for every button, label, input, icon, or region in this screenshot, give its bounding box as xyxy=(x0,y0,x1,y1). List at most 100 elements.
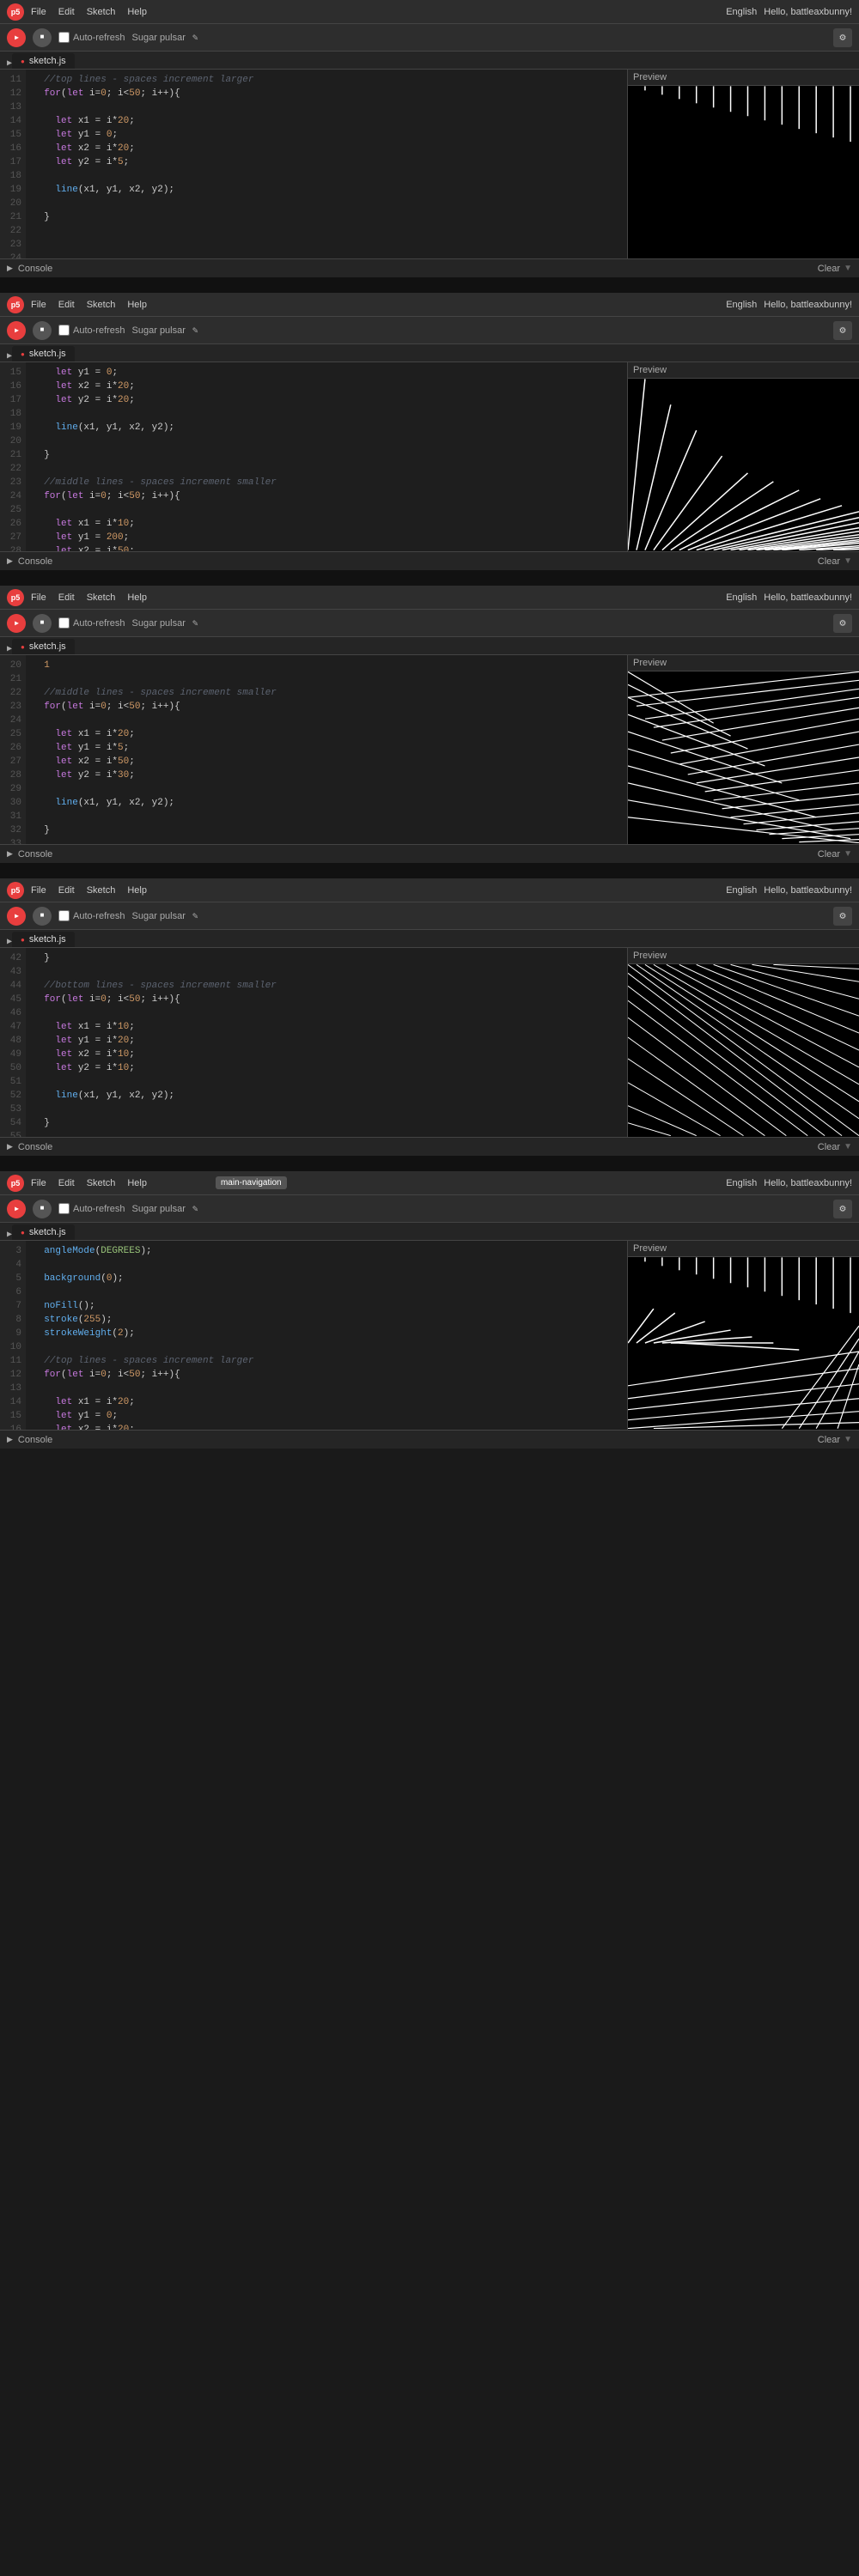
menu-help-2[interactable]: Help xyxy=(127,300,147,310)
console-arrow-4[interactable]: ▶ xyxy=(7,1142,13,1151)
stop-button-2[interactable] xyxy=(33,321,52,340)
menu-help-5[interactable]: Help xyxy=(127,1178,147,1188)
settings-button-2[interactable]: ⚙ xyxy=(833,321,852,340)
settings-button-4[interactable]: ⚙ xyxy=(833,907,852,926)
file-tab-area-1: ▶ ● sketch.js xyxy=(0,52,859,70)
console-clear-2[interactable]: Clear xyxy=(818,556,840,567)
file-tab-3[interactable]: ● sketch.js xyxy=(12,639,75,654)
preview-svg-3 xyxy=(628,671,859,843)
console-clear-4[interactable]: Clear xyxy=(818,1142,840,1152)
stop-button-3[interactable] xyxy=(33,614,52,633)
menu-file-5[interactable]: File xyxy=(31,1178,46,1188)
line-numbers-3: 2021222324 2526272829 3031323334 3536373… xyxy=(0,655,26,844)
stop-button-5[interactable] xyxy=(33,1200,52,1218)
file-dot-5: ● xyxy=(21,1229,25,1236)
code-editor-4[interactable]: 4243444546 4748495051 5253545556 5758596… xyxy=(0,948,627,1137)
toolbar-4: Auto-refresh Sugar pulsar ✎ ⚙ xyxy=(0,902,859,930)
settings-button-3[interactable]: ⚙ xyxy=(833,614,852,633)
file-tab-4[interactable]: ● sketch.js xyxy=(12,932,75,947)
language-selector-2[interactable]: English xyxy=(726,300,757,310)
file-tab-2[interactable]: ● sketch.js xyxy=(12,346,75,361)
play-button[interactable] xyxy=(7,28,26,47)
code-editor-3[interactable]: 2021222324 2526272829 3031323334 3536373… xyxy=(0,655,627,844)
panel-1: p5 File Edit Sketch Help English Hello, … xyxy=(0,0,859,277)
file-dot-2: ● xyxy=(21,350,25,358)
p5-logo-2: p5 xyxy=(7,296,24,313)
settings-button[interactable]: ⚙ xyxy=(833,28,852,47)
file-tab-name-1: sketch.js xyxy=(29,56,66,66)
autorefresh-checkbox-4[interactable]: Auto-refresh xyxy=(58,910,125,921)
menu-file-3[interactable]: File xyxy=(31,592,46,603)
code-editor-2[interactable]: 1516171819 2021222324 2526272829 3031323… xyxy=(0,362,627,551)
language-selector-4[interactable]: English xyxy=(726,885,757,896)
topbar-right-5: English Hello, battleaxbunny! xyxy=(726,1178,852,1188)
console-arrow-3[interactable]: ▶ xyxy=(7,849,13,859)
preview-canvas-5 xyxy=(628,1257,859,1429)
menu-edit-4[interactable]: Edit xyxy=(58,885,75,896)
preview-svg-4 xyxy=(628,964,859,1136)
menu-sketch-3[interactable]: Sketch xyxy=(87,592,116,603)
file-dot-3: ● xyxy=(21,643,25,651)
console-chevron-2[interactable]: ▼ xyxy=(844,556,852,566)
menu-file-4[interactable]: File xyxy=(31,885,46,896)
menu-file-2[interactable]: File xyxy=(31,300,46,310)
preview-canvas-4 xyxy=(628,964,859,1136)
autorefresh-input-4[interactable] xyxy=(58,910,70,921)
topbar-menu-5: File Edit Sketch Help xyxy=(31,1178,147,1188)
autorefresh-input-3[interactable] xyxy=(58,617,70,629)
console-label-5: Console xyxy=(18,1435,52,1445)
console-clear-5[interactable]: Clear xyxy=(818,1435,840,1445)
autorefresh-input-2[interactable] xyxy=(58,325,70,336)
autorefresh-checkbox-2[interactable]: Auto-refresh xyxy=(58,325,125,336)
stop-button[interactable] xyxy=(33,28,52,47)
autorefresh-checkbox-5[interactable]: Auto-refresh xyxy=(58,1203,125,1214)
autorefresh-input[interactable] xyxy=(58,32,70,43)
play-button-4[interactable] xyxy=(7,907,26,926)
preview-area-2: Preview xyxy=(627,362,859,551)
console-chevron-1[interactable]: ▼ xyxy=(844,264,852,273)
file-tab-1[interactable]: ● sketch.js xyxy=(12,53,75,69)
file-dot-1: ● xyxy=(21,58,25,65)
menu-sketch-2[interactable]: Sketch xyxy=(87,300,116,310)
topbar-5: p5 File Edit Sketch Help main-navigation… xyxy=(0,1171,859,1195)
menu-sketch-5[interactable]: Sketch xyxy=(87,1178,116,1188)
autorefresh-label-5: Auto-refresh xyxy=(73,1204,125,1214)
console-chevron-5[interactable]: ▼ xyxy=(844,1435,852,1444)
menu-edit-5[interactable]: Edit xyxy=(58,1178,75,1188)
menu-sketch[interactable]: Sketch xyxy=(87,7,116,17)
console-clear-3[interactable]: Clear xyxy=(818,849,840,860)
autorefresh-checkbox[interactable]: Auto-refresh xyxy=(58,32,125,43)
code-editor-1[interactable]: 1112131415 1617181920 2122232425 2627282… xyxy=(0,70,627,258)
play-button-3[interactable] xyxy=(7,614,26,633)
menu-edit-2[interactable]: Edit xyxy=(58,300,75,310)
stop-button-4[interactable] xyxy=(33,907,52,926)
play-button-2[interactable] xyxy=(7,321,26,340)
console-clear-1[interactable]: Clear xyxy=(818,264,840,274)
play-button-5[interactable] xyxy=(7,1200,26,1218)
menu-help-4[interactable]: Help xyxy=(127,885,147,896)
line-numbers-5: 34567 89101112 1314151617 1819202122 232… xyxy=(0,1241,26,1430)
menu-edit-3[interactable]: Edit xyxy=(58,592,75,603)
console-arrow-2[interactable]: ▶ xyxy=(7,556,13,566)
file-tab-area-3: ▶ ● sketch.js xyxy=(0,637,859,655)
console-arrow-1[interactable]: ▶ xyxy=(7,264,13,273)
menu-sketch-4[interactable]: Sketch xyxy=(87,885,116,896)
console-chevron-3[interactable]: ▼ xyxy=(844,849,852,859)
code-editor-5[interactable]: 34567 89101112 1314151617 1819202122 232… xyxy=(0,1241,627,1430)
language-selector[interactable]: English xyxy=(726,7,757,17)
menu-help[interactable]: Help xyxy=(127,7,147,17)
menu-help-3[interactable]: Help xyxy=(127,592,147,603)
autorefresh-checkbox-3[interactable]: Auto-refresh xyxy=(58,617,125,629)
autorefresh-input-5[interactable] xyxy=(58,1203,70,1214)
language-selector-5[interactable]: English xyxy=(726,1178,757,1188)
console-arrow-5[interactable]: ▶ xyxy=(7,1435,13,1444)
menu-edit[interactable]: Edit xyxy=(58,7,75,17)
user-greeting-2: Hello, battleaxbunny! xyxy=(764,300,852,310)
settings-button-5[interactable]: ⚙ xyxy=(833,1200,852,1218)
language-selector-3[interactable]: English xyxy=(726,592,757,603)
menu-file[interactable]: File xyxy=(31,7,46,17)
p5-logo-5: p5 xyxy=(7,1175,24,1192)
console-chevron-4[interactable]: ▼ xyxy=(844,1142,852,1151)
editor-area-5: 34567 89101112 1314151617 1819202122 232… xyxy=(0,1241,859,1430)
file-tab-5[interactable]: ● sketch.js xyxy=(12,1224,75,1240)
